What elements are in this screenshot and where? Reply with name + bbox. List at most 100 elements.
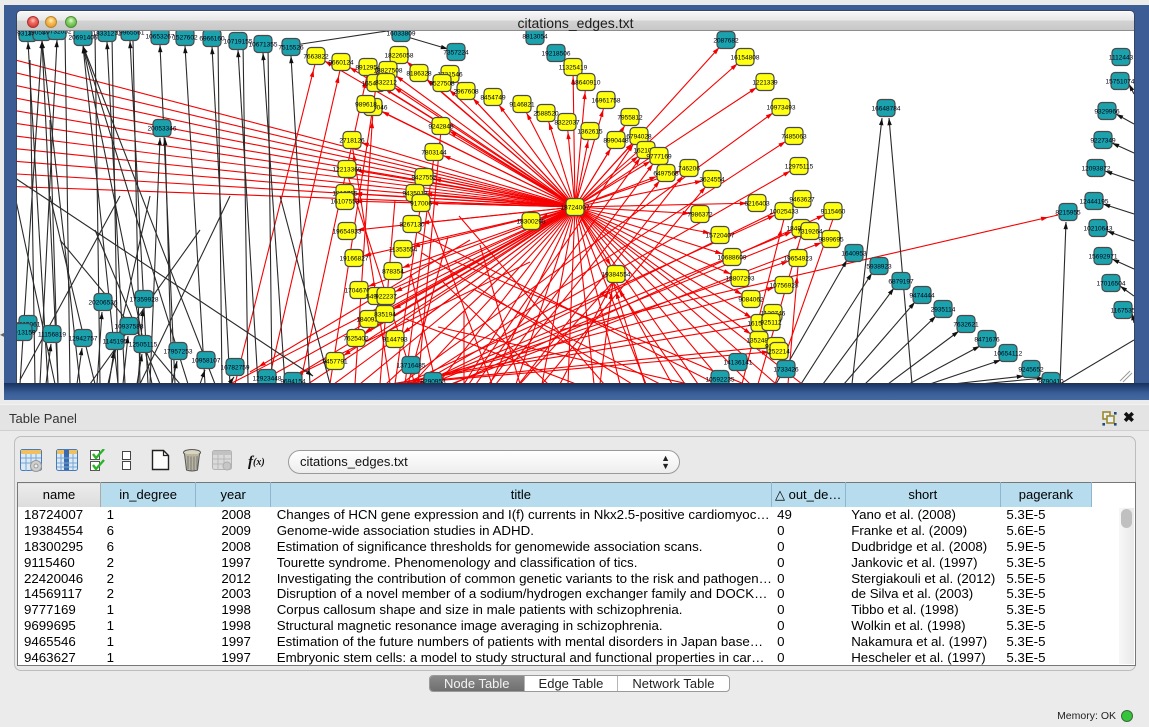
svg-text:9227349: 9227349 (1090, 138, 1116, 145)
svg-text:8471676: 8471676 (974, 337, 1000, 344)
svg-text:7803144: 7803144 (421, 150, 447, 157)
svg-text:20053346: 20053346 (148, 126, 177, 133)
svg-text:10592235: 10592235 (706, 377, 735, 384)
svg-text:12975115: 12975115 (785, 164, 814, 171)
svg-text:10210643: 10210643 (1084, 226, 1113, 233)
svg-text:9694154: 9694154 (280, 379, 306, 384)
svg-text:1112443: 1112443 (1109, 55, 1134, 62)
svg-text:1145195: 1145195 (103, 339, 128, 346)
svg-text:20732052: 20732052 (43, 31, 72, 36)
svg-text:16648784: 16648784 (872, 106, 901, 113)
svg-text:19654933: 19654933 (333, 229, 362, 236)
svg-text:16961758: 16961758 (592, 98, 621, 105)
svg-text:10688609: 10688609 (718, 255, 747, 262)
svg-text:835194: 835194 (374, 312, 396, 319)
svg-text:1362615: 1362615 (577, 129, 603, 136)
svg-text:8290953: 8290953 (420, 379, 446, 384)
svg-text:10653267: 10653267 (146, 34, 175, 41)
svg-text:6966160: 6966160 (199, 36, 225, 43)
svg-text:14136141: 14136141 (724, 360, 753, 367)
svg-text:17957253: 17957253 (164, 349, 193, 356)
svg-text:7632621: 7632621 (953, 322, 979, 329)
svg-text:19218506: 19218506 (542, 51, 571, 58)
svg-text:10958107: 10958107 (192, 358, 221, 365)
svg-text:2935114: 2935114 (931, 307, 956, 314)
svg-text:10025433: 10025433 (770, 209, 799, 216)
svg-text:9144793: 9144793 (382, 337, 408, 344)
svg-text:15692971: 15692971 (1089, 254, 1118, 261)
svg-text:18807293: 18807293 (726, 276, 755, 283)
svg-text:252214: 252214 (768, 349, 790, 356)
svg-text:9115460: 9115460 (821, 209, 846, 216)
svg-text:9660124: 9660124 (328, 60, 354, 67)
svg-text:19965561: 19965561 (116, 31, 145, 37)
svg-text:9527508: 9527508 (429, 81, 455, 88)
svg-text:13716485: 13716485 (397, 363, 426, 370)
svg-text:2967608: 2967608 (453, 89, 479, 96)
svg-text:16107553: 16107553 (331, 199, 360, 206)
svg-text:746206: 746206 (678, 166, 700, 173)
svg-text:18300295: 18300295 (517, 219, 546, 226)
svg-text:8790410: 8790410 (1038, 379, 1064, 384)
svg-text:12093872: 12093872 (1082, 166, 1111, 173)
svg-text:12213369: 12213369 (333, 167, 362, 174)
svg-text:8813054: 8813054 (522, 34, 548, 41)
svg-text:2718126: 2718126 (339, 138, 365, 145)
svg-text:922237: 922237 (375, 294, 397, 301)
svg-text:10973493: 10973493 (767, 105, 796, 112)
svg-text:9457791: 9457791 (322, 359, 348, 366)
svg-text:878354: 878354 (382, 269, 404, 276)
svg-text:8186328: 8186328 (406, 71, 432, 78)
svg-text:7955812: 7955812 (617, 115, 643, 122)
svg-text:9463627: 9463627 (789, 197, 815, 204)
svg-text:15720407: 15720407 (706, 233, 735, 240)
svg-text:6216403: 6216403 (744, 201, 770, 208)
svg-text:15751074: 15751074 (1106, 79, 1134, 86)
svg-text:11353554: 11353554 (389, 247, 418, 254)
svg-text:9245652: 9245652 (1018, 367, 1044, 374)
svg-text:16154808: 16154808 (731, 55, 760, 62)
svg-text:8427552: 8427552 (411, 175, 437, 182)
svg-text:8454749: 8454749 (480, 95, 506, 102)
svg-text:10937588: 10937588 (115, 324, 144, 331)
svg-text:989618: 989618 (355, 102, 377, 109)
svg-text:832212: 832212 (375, 80, 397, 87)
svg-text:9474444: 9474444 (909, 293, 935, 300)
svg-text:16033809: 16033809 (387, 31, 416, 38)
svg-text:11325419: 11325419 (559, 65, 588, 72)
svg-text:6879197: 6879197 (888, 279, 914, 286)
svg-text:12444195: 12444195 (1080, 199, 1109, 206)
svg-text:12942757: 12942757 (69, 336, 98, 343)
svg-text:7663822: 7663822 (303, 54, 329, 61)
svg-text:17359928: 17359928 (130, 297, 159, 304)
svg-text:10654112: 10654112 (994, 351, 1023, 358)
svg-text:7986372: 7986372 (687, 212, 713, 219)
svg-text:7357224: 7357224 (443, 50, 469, 57)
svg-text:917006: 917006 (410, 201, 432, 208)
svg-text:10756928: 10756928 (770, 283, 799, 290)
svg-text:1640953: 1640953 (841, 251, 867, 258)
svg-text:6794028: 6794028 (626, 134, 652, 141)
svg-text:8322037: 8322037 (554, 120, 580, 127)
svg-text:16782759: 16782759 (221, 365, 250, 372)
svg-text:7625402: 7625402 (343, 336, 369, 343)
svg-text:1221339: 1221339 (752, 80, 778, 87)
svg-text:8267130: 8267130 (399, 222, 425, 229)
svg-text:3913159: 3913159 (17, 330, 36, 337)
svg-text:18226058: 18226058 (385, 53, 414, 60)
svg-text:19166827: 19166827 (340, 256, 369, 263)
svg-text:11156819: 11156819 (38, 332, 66, 339)
svg-text:6497568: 6497568 (653, 171, 679, 178)
svg-text:19384554: 19384554 (602, 272, 631, 279)
svg-text:2087682: 2087682 (713, 38, 739, 45)
svg-text:9084062: 9084062 (738, 297, 764, 304)
svg-text:10671355: 10671355 (249, 42, 278, 49)
svg-text:3624554: 3624554 (699, 177, 725, 184)
svg-text:1167535: 1167535 (1111, 308, 1134, 315)
svg-text:18724007: 18724007 (561, 205, 590, 212)
svg-text:7515526: 7515526 (278, 45, 304, 52)
svg-text:20206536: 20206536 (89, 300, 118, 307)
svg-text:8215955: 8215955 (1055, 210, 1081, 217)
svg-text:17016504: 17016504 (1097, 281, 1126, 288)
svg-text:7485063: 7485063 (781, 134, 807, 141)
